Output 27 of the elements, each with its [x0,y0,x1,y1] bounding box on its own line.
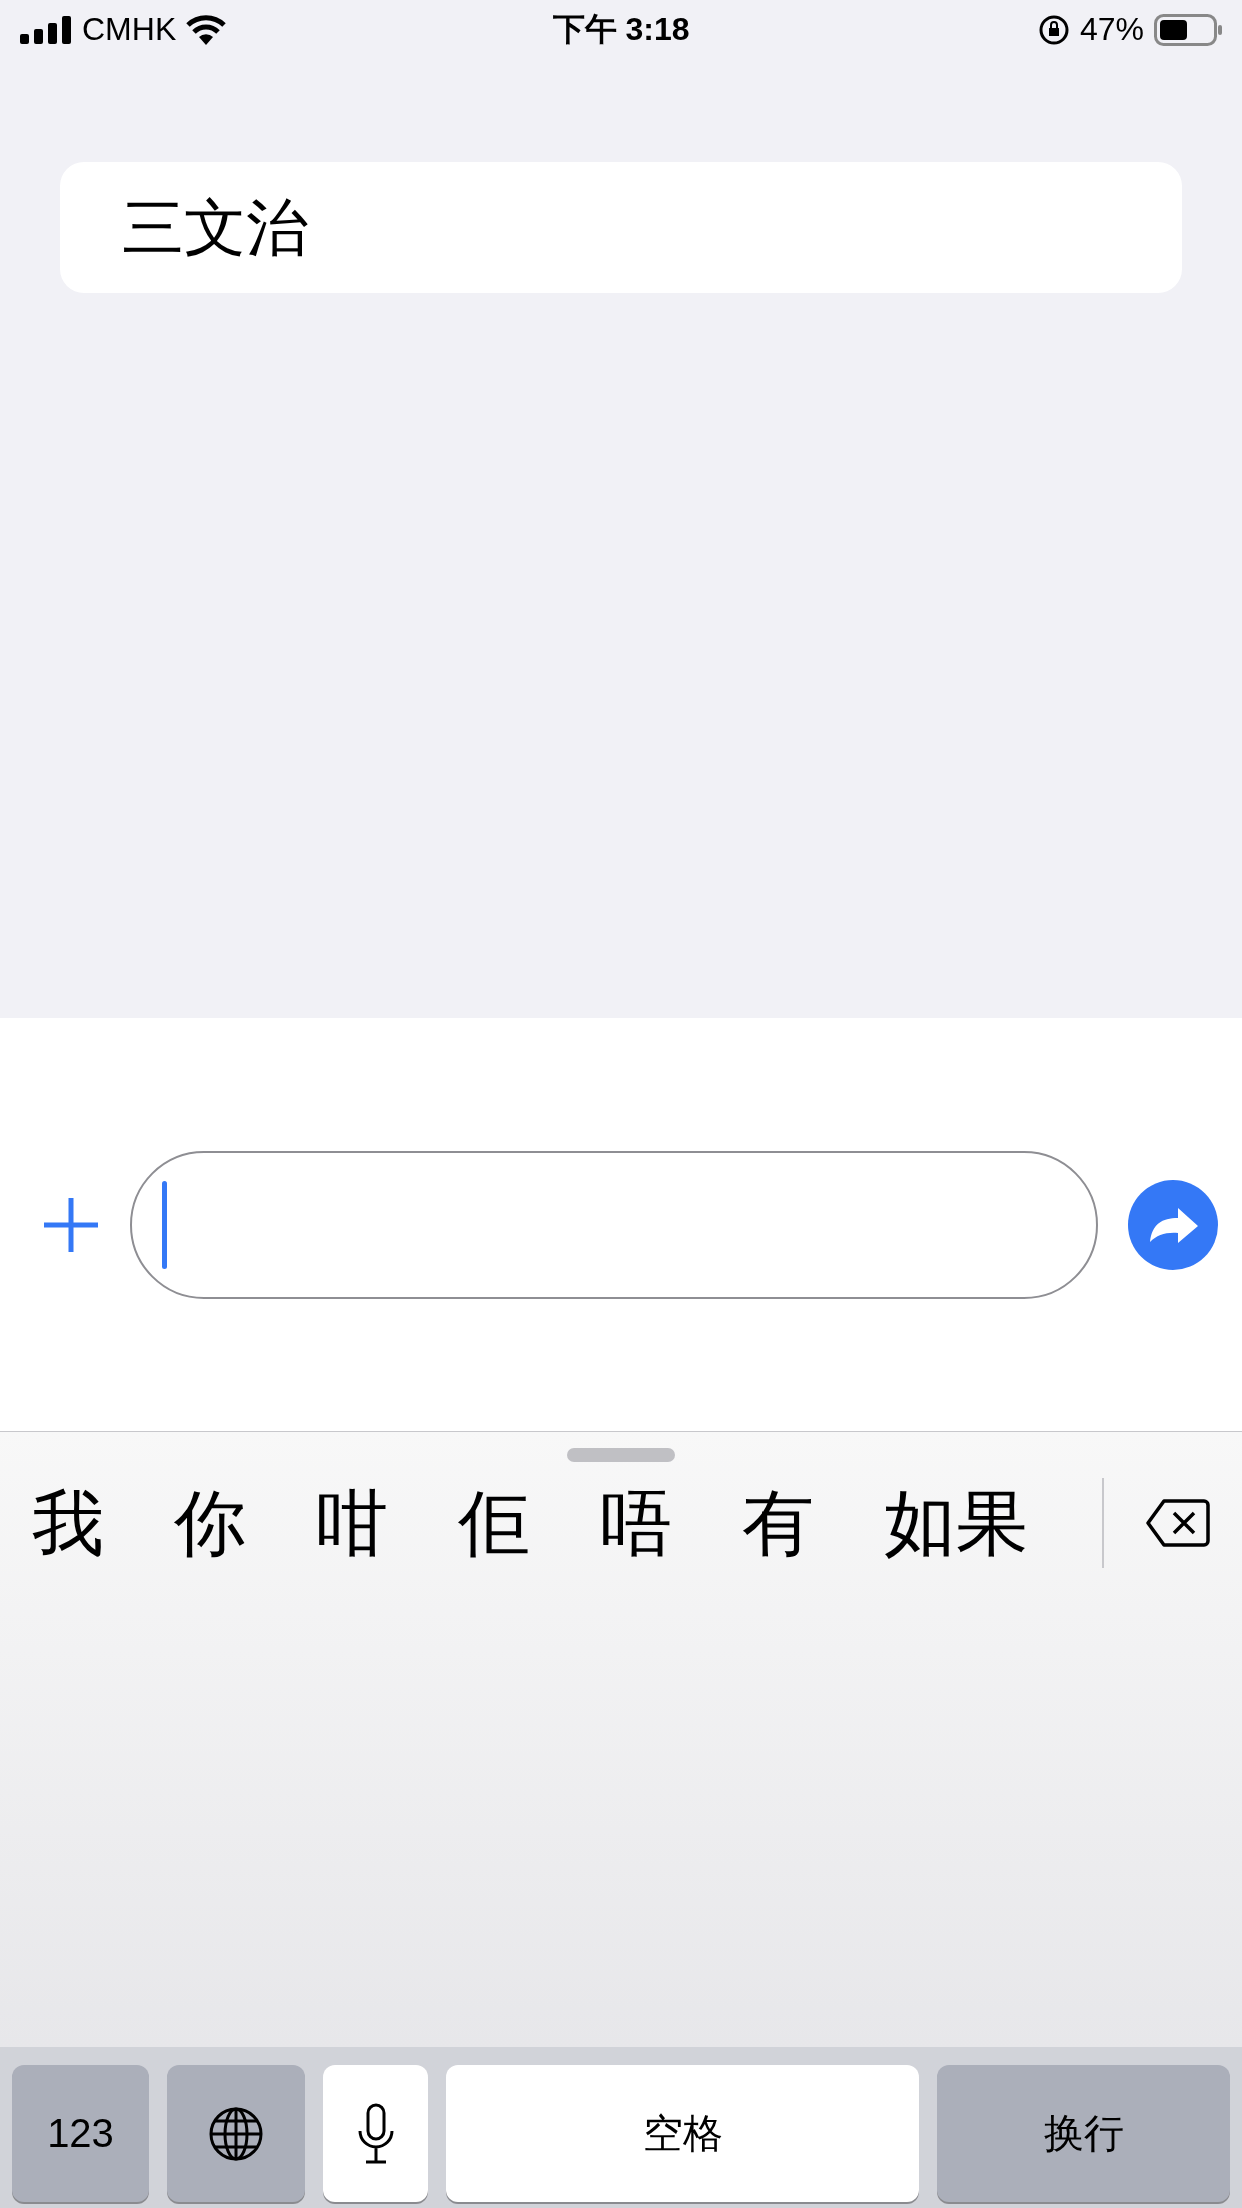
candidate-word[interactable]: 如果 [884,1487,1028,1560]
candidate-word[interactable]: 唔 [600,1487,672,1560]
globe-key[interactable] [167,2065,305,2202]
return-key[interactable]: 换行 [937,2065,1230,2202]
candidate-word[interactable]: 有 [742,1487,814,1560]
candidate-word[interactable]: 你 [174,1487,246,1560]
microphone-key[interactable] [323,2065,428,2202]
send-button[interactable] [1128,1179,1218,1270]
suggestion-text: 三文治 [122,191,308,264]
space-key[interactable]: 空格 [446,2065,919,2202]
carrier-name: CMHK [82,11,177,49]
candidate-word[interactable]: 我 [32,1487,104,1560]
candidate-word[interactable]: 咁 [316,1487,388,1560]
battery-percent: 47% [1079,11,1144,49]
battery-icon [1154,13,1222,46]
plus-icon[interactable] [42,1195,100,1254]
drag-handle[interactable] [567,1448,675,1463]
wifi-icon [186,14,227,45]
delete-icon[interactable] [1146,1498,1210,1549]
rotation-lock-icon [1037,13,1070,46]
message-input[interactable] [130,1150,1098,1299]
globe-icon [208,2105,264,2162]
signal-icon [20,15,72,44]
numbers-key[interactable]: 123 [12,2065,149,2202]
status-time: 下午 3:18 [552,9,690,49]
candidate-word[interactable]: 佢 [458,1487,530,1560]
suggestion-card[interactable]: 三文治 [60,162,1182,294]
